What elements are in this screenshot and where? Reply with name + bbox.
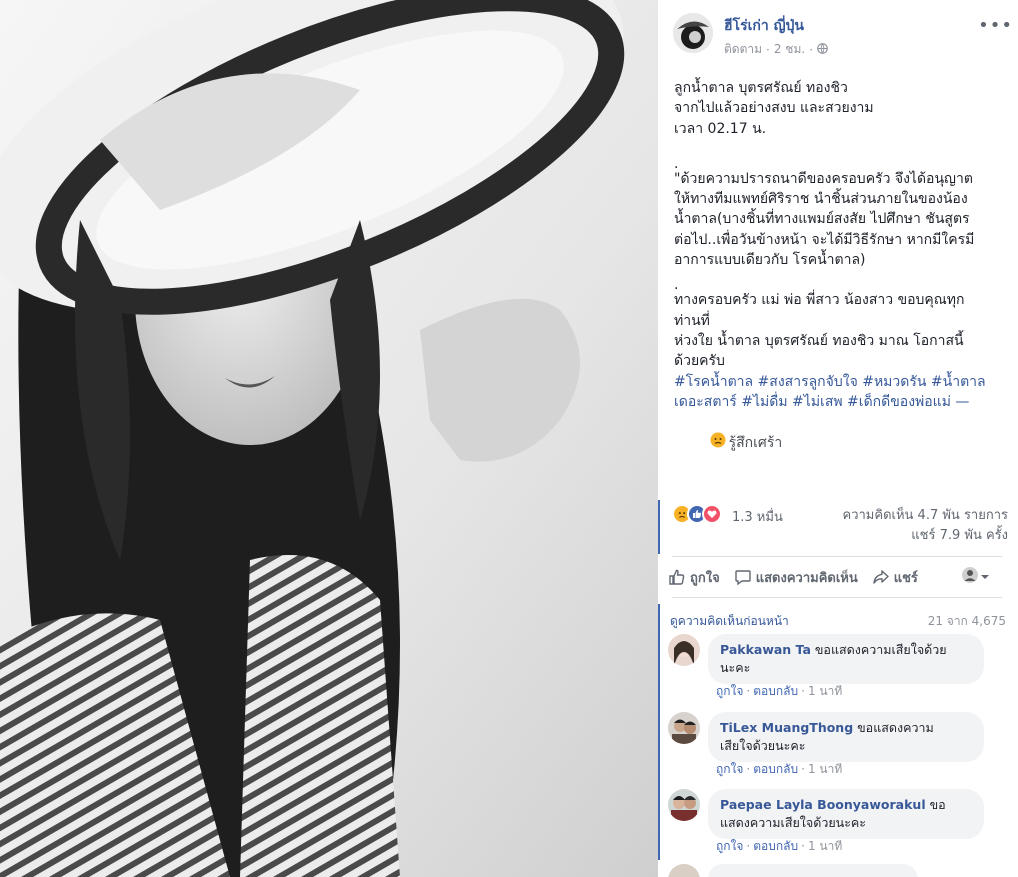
comment-bubble: TiLex MuangThong ขอแสดงความ เสียใจด้วยนะ… xyxy=(708,712,984,762)
comments-pagination-count: 21 จาก 4,675 xyxy=(927,614,1006,628)
comment-bubble: Paepae Layla Boonyaworakul ขอ แสดงความเส… xyxy=(708,789,984,839)
post-actions-bar: ถูกใจ แสดงความคิดเห็น แชร์ xyxy=(668,565,1003,589)
post-text-line: ห่วงใย น้ำตาล บุตรศรัณย์ ทองชิว มาณ โอกา… xyxy=(674,332,964,349)
hashtags-line[interactable]: เดอะสตาร์ #ไม่ดื่ม #ไม่เสพ #เด็กดีของพ่อ… xyxy=(674,392,1004,412)
comment-actions: ถูกใจ · ตอบกลับ · 1 นาที xyxy=(716,839,843,853)
post-text-line: ท่านที่ xyxy=(674,312,710,329)
divider xyxy=(672,597,1002,598)
comment-actions: ถูกใจ · ตอบกลับ · 1 นาที xyxy=(716,684,843,698)
comment-text: แสดงความเสียใจด้วยนะคะ xyxy=(720,815,866,830)
post-text-line: เวลา 02.17 น. xyxy=(674,120,767,137)
post-text-line: จากไปแล้วอย่างสงบ และสวยงาม xyxy=(674,100,874,117)
share-arrow-icon xyxy=(872,568,890,586)
post-text-line: ทางครอบครัว แม่ พ่อ พี่สาว น้องสาว ขอบคุ… xyxy=(674,292,965,309)
commenter-avatar[interactable] xyxy=(668,712,700,744)
shares-count[interactable]: แชร์ 7.9 พัน ครั้ง xyxy=(818,526,1008,546)
post-text-gap xyxy=(674,139,1004,159)
love-reaction-icon xyxy=(702,504,722,524)
comment-time[interactable]: 1 นาที xyxy=(808,762,842,776)
comment-bubble xyxy=(708,864,918,877)
comment-item: TiLex MuangThong ขอแสดงความ เสียใจด้วยนะ… xyxy=(668,712,1008,782)
commenter-avatar[interactable] xyxy=(668,789,700,821)
commenter-name[interactable]: TiLex MuangThong xyxy=(720,720,853,735)
comment-reply-link[interactable]: ตอบกลับ xyxy=(753,762,798,776)
comment-bubble-icon xyxy=(734,568,752,586)
comment-time[interactable]: 1 นาที xyxy=(808,684,842,698)
comment-like-link[interactable]: ถูกใจ xyxy=(716,684,743,698)
hashtags-line[interactable]: #โรคน้ำตาล #สงสารลูกจับใจ #หมวดรัน #น้ำต… xyxy=(674,372,1004,392)
author-avatar[interactable] xyxy=(673,13,713,53)
sad-face-icon xyxy=(674,412,726,475)
comment-text: ขอแสดงความ xyxy=(857,720,934,735)
feeling-line: รู้สึกเศร้า xyxy=(674,412,1004,475)
comment-reply-link[interactable]: ตอบกลับ xyxy=(753,839,798,853)
comment-time[interactable]: 1 นาที xyxy=(808,839,842,853)
like-label: ถูกใจ xyxy=(690,570,720,586)
post-text-line: . xyxy=(674,277,679,294)
more-options-icon[interactable]: ••• xyxy=(978,15,1013,36)
comment-reply-link[interactable]: ตอบกลับ xyxy=(753,684,798,698)
post-text-line: ต่อไป..เพื่อวันข้างหน้า จะได้มีวิธีรักษา… xyxy=(674,231,975,248)
post-text-line: ลูกน้ำตาล บุตรศรัณย์ ทองชิว xyxy=(674,80,848,96)
author-name[interactable]: ฮีโร่เก่า ญี่ปุ่น xyxy=(724,15,804,37)
react-as-selector[interactable] xyxy=(962,567,989,587)
like-button[interactable]: ถูกใจ xyxy=(668,567,720,588)
post-text-line: "ด้วยความปรารถนาดีของครอบครัว จึงได้อนุญ… xyxy=(674,170,973,187)
post-text-line: ให้ทางทีมแพทย์ศิริราช นำชิ้นส่วนภายในของ… xyxy=(674,191,968,208)
reactions-summary: 1.3 หมื่น ความคิดเห็น 4.7 พัน รายการ แชร… xyxy=(672,503,1008,553)
post-text-line: อาการแบบเดียวกับ โรคน้ำตาล) xyxy=(674,252,866,269)
comment-actions: ถูกใจ · ตอบกลับ · 1 นาที xyxy=(716,762,843,776)
post-time[interactable]: 2 ชม. xyxy=(774,40,805,59)
user-avatar-icon xyxy=(962,567,978,587)
thumbs-up-icon xyxy=(668,568,686,586)
commenter-name[interactable]: Pakkawan Ta xyxy=(720,642,811,657)
comment-bubble: Pakkawan Ta ขอแสดงความเสียใจด้วย นะคะ xyxy=(708,634,984,684)
focus-bar xyxy=(658,500,660,554)
post-photo[interactable] xyxy=(0,0,658,877)
commenter-avatar[interactable] xyxy=(668,634,700,666)
comment-text: ขอ xyxy=(929,797,946,812)
meta-dot: · xyxy=(809,42,814,57)
caret-down-icon xyxy=(981,570,989,585)
post-panel: ฮีโร่เก่า ญี่ปุ่น ติดตาม · 2 ชม. · ••• ล… xyxy=(658,0,1018,877)
engagement-counts: ความคิดเห็น 4.7 พัน รายการ แชร์ 7.9 พัน … xyxy=(818,506,1008,546)
avatar-image xyxy=(673,13,713,53)
comment-text: นะคะ xyxy=(720,660,751,675)
comment-text: เสียใจด้วยนะคะ xyxy=(720,738,806,753)
post-text-line: น้ำตาล(บางชิ้นที่ทางแพมย์สงสัย ไปศึกษา ช… xyxy=(674,211,970,228)
reaction-icons[interactable] xyxy=(672,504,722,526)
share-button[interactable]: แชร์ xyxy=(872,567,918,588)
focus-bar xyxy=(658,604,660,860)
globe-icon xyxy=(817,42,828,57)
comment-label: แสดงความคิดเห็น xyxy=(755,570,858,586)
comment-text: ขอแสดงความเสียใจด้วย xyxy=(814,642,947,657)
post-meta: ติดตาม · 2 ชม. · xyxy=(724,40,828,59)
comment-like-link[interactable]: ถูกใจ xyxy=(716,839,743,853)
comments-count[interactable]: ความคิดเห็น 4.7 พัน รายการ xyxy=(818,506,1008,526)
feeling-text[interactable]: รู้สึกเศร้า xyxy=(729,433,783,453)
divider xyxy=(672,556,1002,557)
meta-dot: · xyxy=(766,42,770,57)
reaction-count[interactable]: 1.3 หมื่น xyxy=(732,506,783,527)
comment-item-partial xyxy=(668,864,1008,877)
comment-button[interactable]: แสดงความคิดเห็น xyxy=(734,567,858,588)
post-body: ลูกน้ำตาล บุตรศรัณย์ ทองชิว จากไปแล้วอย่… xyxy=(674,78,1004,475)
post-text-line: ด้วยครับ xyxy=(674,353,725,370)
commenter-avatar[interactable] xyxy=(668,864,700,877)
follow-link[interactable]: ติดตาม xyxy=(724,40,762,59)
commenter-name[interactable]: Paepae Layla Boonyaworakul xyxy=(720,797,926,812)
share-label: แชร์ xyxy=(893,570,918,586)
post-text-line: . xyxy=(674,155,679,172)
comment-item: Pakkawan Ta ขอแสดงความเสียใจด้วย นะคะ ถู… xyxy=(668,634,1008,704)
post-header: ฮีโร่เก่า ญี่ปุ่น ติดตาม · 2 ชม. · ••• xyxy=(673,13,1013,57)
view-previous-comments-link[interactable]: ดูความคิดเห็นก่อนหน้า xyxy=(670,614,789,628)
comment-like-link[interactable]: ถูกใจ xyxy=(716,762,743,776)
photo-illustration xyxy=(0,0,658,877)
comments-header: ดูความคิดเห็นก่อนหน้า 21 จาก 4,675 xyxy=(670,612,1006,630)
comment-item: Paepae Layla Boonyaworakul ขอ แสดงความเส… xyxy=(668,789,1008,859)
